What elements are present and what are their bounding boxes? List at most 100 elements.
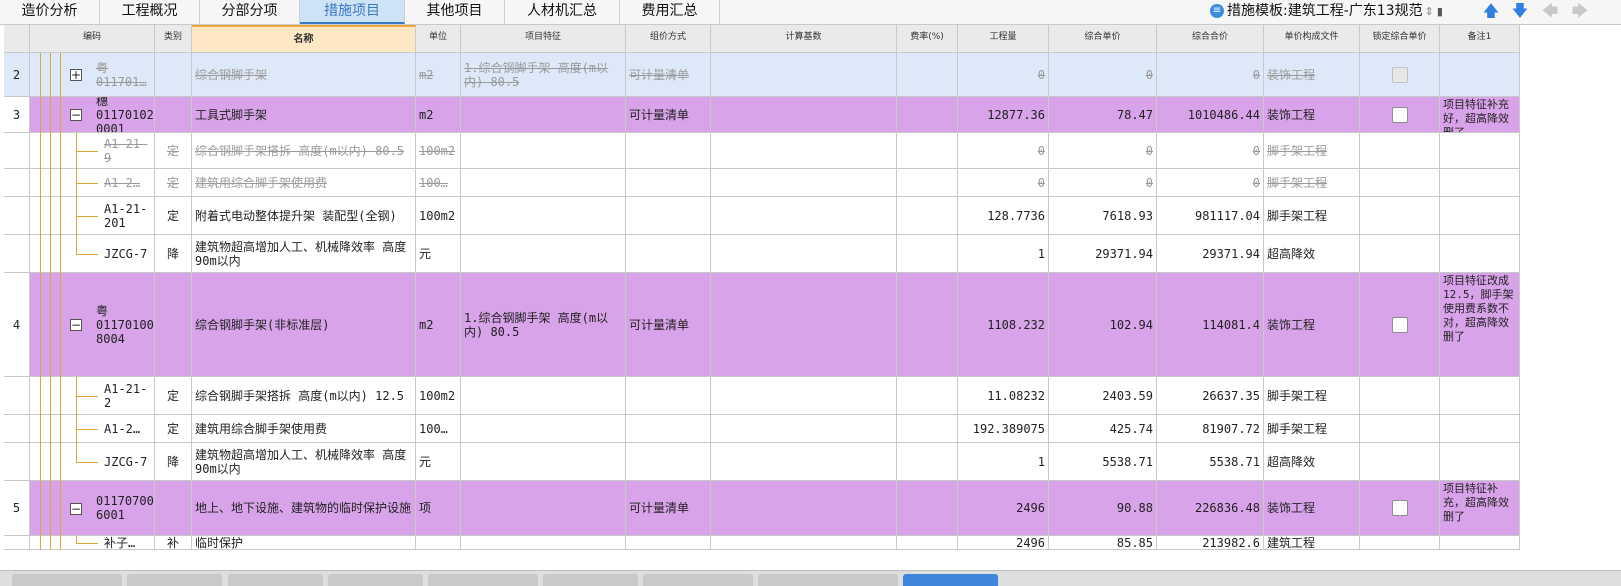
collapse-icon[interactable]: − (70, 502, 82, 515)
lock-price-checkbox[interactable] (1391, 500, 1408, 516)
feature-cell[interactable]: 1.综合钢脚手架 高度(m以内) 80.5 (461, 273, 626, 377)
base-cell[interactable] (711, 273, 897, 377)
unit-price-cell[interactable]: 0 (1049, 53, 1157, 97)
total-cell[interactable]: 26637.35 (1157, 377, 1264, 415)
unit-cell[interactable]: 100… (416, 169, 461, 197)
category-cell[interactable]: 定 (155, 133, 192, 169)
total-cell[interactable]: 114081.4 (1157, 273, 1264, 377)
method-cell[interactable]: 可计量清单 (626, 481, 711, 536)
price-file-cell[interactable]: 装饰工程 (1264, 273, 1360, 377)
name-cell[interactable]: 建筑物超高增加人工、机械降效率 高度 90m以内 (192, 235, 416, 273)
column-header-unit-col[interactable]: 单位 (416, 25, 461, 53)
rate-cell[interactable] (897, 235, 958, 273)
base-cell[interactable] (711, 443, 897, 481)
rate-cell[interactable] (897, 481, 958, 536)
qty-cell[interactable]: 192.389075 (958, 415, 1049, 443)
unit-price-cell[interactable]: 425.74 (1049, 415, 1157, 443)
column-header-unit-price-col[interactable]: 综合单价 (1049, 25, 1157, 53)
qty-cell[interactable]: 1 (958, 443, 1049, 481)
name-cell[interactable]: 工具式脚手架 (192, 97, 416, 133)
qty-cell[interactable]: 1108.232 (958, 273, 1049, 377)
collapse-icon[interactable]: − (70, 319, 82, 331)
method-cell[interactable]: 可计量清单 (626, 97, 711, 133)
category-cell[interactable] (155, 53, 192, 97)
method-cell[interactable] (626, 415, 711, 443)
unit-cell[interactable]: 元 (416, 235, 461, 273)
category-cell[interactable]: 定 (155, 169, 192, 197)
total-cell[interactable]: 226836.48 (1157, 481, 1264, 536)
bottom-tab[interactable] (228, 574, 323, 586)
note-cell[interactable] (1440, 235, 1520, 273)
rate-cell[interactable] (897, 443, 958, 481)
qty-cell[interactable]: 0 (958, 133, 1049, 169)
note-cell[interactable] (1440, 133, 1520, 169)
template-dropdown-icon[interactable]: ⇕ (1425, 5, 1434, 18)
method-cell[interactable]: 可计量清单 (626, 273, 711, 377)
bottom-tab[interactable] (643, 574, 753, 586)
lock-price-cell[interactable] (1360, 536, 1440, 550)
base-cell[interactable] (711, 133, 897, 169)
note-cell[interactable]: 项目特征改成12.5，脚手架使用费系数不对，超高降效删了 (1440, 273, 1520, 377)
total-cell[interactable]: 1010486.44 (1157, 97, 1264, 133)
base-cell[interactable] (711, 53, 897, 97)
price-file-cell[interactable]: 超高降效 (1264, 235, 1360, 273)
lock-price-cell[interactable] (1360, 235, 1440, 273)
category-cell[interactable]: 定 (155, 197, 192, 235)
unit-price-cell[interactable]: 7618.93 (1049, 197, 1157, 235)
feature-cell[interactable] (461, 536, 626, 550)
tab-2[interactable]: 工程概况 (100, 0, 200, 24)
unit-cell[interactable]: 元 (416, 443, 461, 481)
total-cell[interactable]: 213982.6 (1157, 536, 1264, 550)
method-cell[interactable] (626, 197, 711, 235)
bottom-tab[interactable] (328, 574, 423, 586)
lock-price-cell[interactable] (1360, 197, 1440, 235)
category-cell[interactable] (155, 481, 192, 536)
column-header-feature-col[interactable]: 项目特征 (461, 25, 626, 53)
price-file-cell[interactable]: 脚手架工程 (1264, 377, 1360, 415)
bottom-tab[interactable] (758, 574, 898, 586)
bottom-tab-active[interactable] (903, 574, 998, 586)
bottom-tab[interactable] (543, 574, 638, 586)
tab-4[interactable]: 措施项目 (300, 0, 405, 24)
bottom-tab[interactable] (12, 574, 122, 586)
note-cell[interactable] (1440, 377, 1520, 415)
move-up-icon[interactable]: 🡅 (1482, 0, 1500, 24)
tab-6[interactable]: 人材机汇总 (505, 0, 620, 24)
column-header-base-col[interactable]: 计算基数 (711, 25, 897, 53)
column-header-code-col[interactable]: 编码 (30, 25, 155, 53)
total-cell[interactable]: 5538.71 (1157, 443, 1264, 481)
unit-price-cell[interactable]: 5538.71 (1049, 443, 1157, 481)
feature-cell[interactable] (461, 197, 626, 235)
note-cell[interactable]: 项目特征补充好，超高降效删了 (1440, 97, 1520, 133)
feature-cell[interactable] (461, 235, 626, 273)
tab-3[interactable]: 分部分项 (200, 0, 300, 24)
unit-price-cell[interactable]: 78.47 (1049, 97, 1157, 133)
lock-price-cell[interactable] (1360, 169, 1440, 197)
feature-cell[interactable] (461, 169, 626, 197)
total-cell[interactable]: 981117.04 (1157, 197, 1264, 235)
total-cell[interactable]: 29371.94 (1157, 235, 1264, 273)
total-cell[interactable]: 0 (1157, 169, 1264, 197)
method-cell[interactable] (626, 536, 711, 550)
unit-price-cell[interactable]: 2403.59 (1049, 377, 1157, 415)
method-cell[interactable] (626, 377, 711, 415)
price-file-cell[interactable]: 装饰工程 (1264, 481, 1360, 536)
unit-price-cell[interactable]: 85.85 (1049, 536, 1157, 550)
base-cell[interactable] (711, 235, 897, 273)
note-cell[interactable] (1440, 536, 1520, 550)
unit-cell[interactable] (416, 536, 461, 550)
qty-cell[interactable]: 1 (958, 235, 1049, 273)
lock-price-checkbox[interactable] (1391, 106, 1408, 123)
method-cell[interactable] (626, 443, 711, 481)
unit-cell[interactable]: m2 (416, 53, 461, 97)
code-cell[interactable]: 01170700 6001 (30, 481, 155, 536)
template-apply-icon[interactable]: ▮ (1437, 5, 1443, 18)
feature-cell[interactable] (461, 415, 626, 443)
name-cell[interactable]: 建筑用综合脚手架使用费 (192, 169, 416, 197)
code-cell[interactable]: 粤 011701… (30, 53, 155, 97)
method-cell[interactable] (626, 133, 711, 169)
base-cell[interactable] (711, 377, 897, 415)
note-cell[interactable] (1440, 415, 1520, 443)
total-cell[interactable]: 0 (1157, 133, 1264, 169)
total-cell[interactable]: 81907.72 (1157, 415, 1264, 443)
